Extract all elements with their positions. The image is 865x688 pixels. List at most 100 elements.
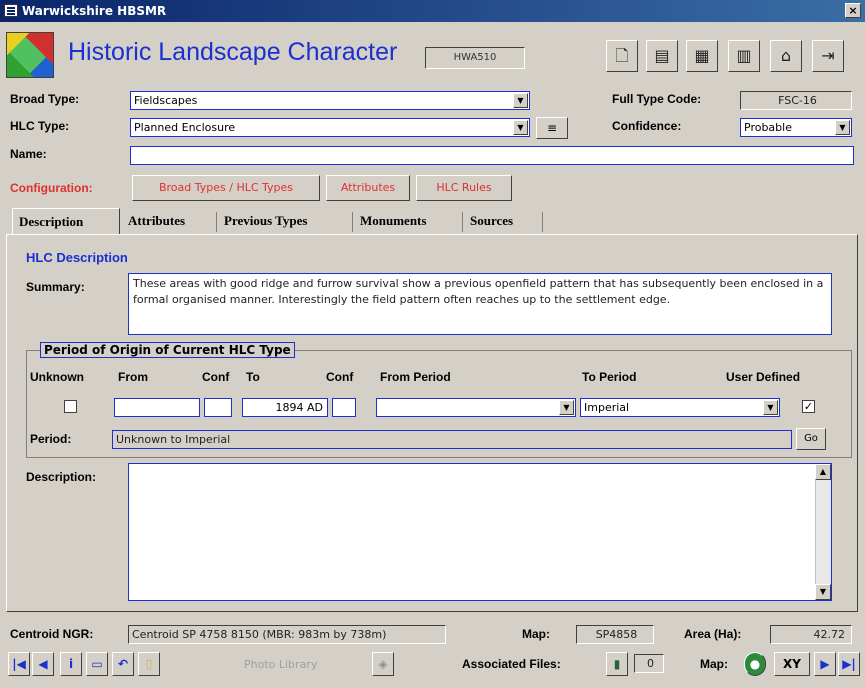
period-go-button[interactable]: Go [796, 428, 826, 450]
chevron-down-icon[interactable]: ▼ [513, 93, 528, 108]
to-date-input[interactable]: 1894 AD [242, 398, 328, 417]
new-record-button[interactable]: ▭ [86, 652, 108, 676]
folder-button: ▯ [138, 652, 160, 676]
chevron-down-icon[interactable]: ▼ [763, 400, 778, 415]
files-icon: ▮ [613, 657, 621, 671]
map-sheet-field: SP4858 [576, 625, 654, 644]
undo-button[interactable]: ↶ [112, 652, 134, 676]
col-from: From [118, 370, 148, 384]
next-record-button[interactable]: ▶ [814, 652, 836, 676]
tab-description[interactable]: Description [12, 208, 120, 234]
previous-record-icon: ◀ [38, 657, 48, 671]
from-date-input[interactable] [114, 398, 200, 417]
hlc-type-select[interactable]: Planned Enclosure ▼ [130, 118, 530, 137]
unknown-checkbox[interactable] [64, 400, 77, 413]
chevron-down-icon[interactable]: ▼ [513, 120, 528, 135]
hlc-type-lookup-button[interactable]: ≡ [536, 117, 568, 139]
record-code-field: HWA510 [425, 47, 525, 69]
building-button[interactable]: ⌂ [770, 40, 802, 72]
config-hlc-rules-button[interactable]: HLC Rules [416, 175, 512, 201]
full-type-code-label: Full Type Code: [612, 92, 702, 106]
broad-type-select[interactable]: Fieldscapes ▼ [130, 91, 530, 110]
first-record-button[interactable]: |◀ [8, 652, 30, 676]
to-period-select[interactable]: Imperial ▼ [580, 398, 780, 417]
to-period-value: Imperial [584, 401, 630, 414]
configuration-label: Configuration: [10, 181, 93, 195]
from-period-select[interactable]: ▼ [376, 398, 576, 417]
exit-icon: ⇥ [821, 46, 835, 65]
building-icon: ⌂ [780, 46, 792, 65]
close-button[interactable]: × [845, 3, 861, 18]
delete-icon: ▥ [736, 46, 752, 65]
info-button[interactable]: i [60, 652, 82, 676]
centroid-label: Centroid NGR: [10, 627, 94, 641]
col-conf-from: Conf [202, 370, 230, 384]
preview-icon: 🗋 [615, 46, 629, 65]
col-to-period: To Period [582, 370, 637, 384]
associated-files-button[interactable]: ▮ [606, 652, 628, 676]
summary-label: Summary: [26, 280, 85, 294]
chevron-down-icon[interactable]: ▼ [559, 400, 574, 415]
tab-monuments[interactable]: Monuments [354, 208, 432, 234]
tab-divider [462, 212, 463, 232]
confidence-value: Probable [744, 121, 792, 134]
map-button-label: Map: [700, 657, 728, 671]
first-record-icon: |◀ [12, 657, 26, 671]
hlc-type-value: Planned Enclosure [134, 121, 236, 134]
hlc-description-heading: HLC Description [26, 250, 128, 265]
scroll-down-icon[interactable]: ▼ [815, 584, 831, 600]
area-label: Area (Ha): [684, 627, 742, 641]
delete-button[interactable]: ▥ [728, 40, 760, 72]
globe-map-button[interactable]: ● [744, 652, 766, 676]
area-field: 42.72 [770, 625, 852, 644]
tab-previous-types[interactable]: Previous Types [218, 208, 313, 234]
confidence-select[interactable]: Probable ▼ [740, 118, 852, 137]
last-record-icon: ▶| [842, 657, 856, 671]
info-icon: i [68, 657, 74, 671]
config-attributes-button[interactable]: Attributes [326, 175, 410, 201]
previous-record-button[interactable]: ◀ [32, 652, 54, 676]
photo-library-button: Photo Library [244, 658, 318, 671]
period-group-title: Period of Origin of Current HLC Type [40, 342, 295, 358]
description-scrollbar[interactable] [815, 464, 831, 600]
confidence-label: Confidence: [612, 119, 682, 133]
tab-attributes[interactable]: Attributes [122, 208, 191, 234]
list-button[interactable]: ▤ [646, 40, 678, 72]
period-label: Period: [30, 432, 72, 446]
window-titlebar: Warwickshire HBSMR × [0, 0, 865, 22]
map-icon: ▦ [694, 46, 710, 65]
chevron-down-icon[interactable]: ▼ [835, 120, 850, 135]
list-icon: ▤ [654, 46, 670, 65]
new-record-icon: ▭ [91, 657, 103, 671]
tab-divider [216, 212, 217, 232]
col-user-defined: User Defined [726, 370, 801, 384]
to-conf-input[interactable] [332, 398, 356, 417]
name-label: Name: [10, 147, 47, 161]
map-button[interactable]: ▦ [686, 40, 718, 72]
map-label: Map: [522, 627, 550, 641]
app-icon [4, 4, 18, 17]
scroll-up-icon[interactable]: ▲ [815, 464, 831, 480]
exit-button[interactable]: ⇥ [812, 40, 844, 72]
summary-textarea[interactable]: These areas with good ridge and furrow s… [128, 273, 832, 335]
name-input[interactable] [130, 146, 854, 165]
tab-sources[interactable]: Sources [464, 208, 519, 234]
undo-icon: ↶ [117, 657, 129, 671]
associated-files-label: Associated Files: [462, 657, 561, 671]
tab-divider [542, 212, 543, 232]
centroid-field: Centroid SP 4758 8150 (MBR: 983m by 738m… [128, 625, 446, 644]
associated-files-count: 0 [634, 654, 664, 673]
description-label: Description: [26, 470, 97, 484]
next-record-icon: ▶ [820, 657, 830, 671]
xy-button[interactable]: XY [774, 652, 810, 676]
user-defined-checkbox[interactable]: ✓ [802, 400, 815, 413]
tab-divider [352, 212, 353, 232]
hlc-logo [6, 32, 54, 78]
description-textarea[interactable] [128, 463, 832, 601]
folder-icon: ▯ [145, 657, 153, 671]
last-record-button[interactable]: ▶| [838, 652, 860, 676]
preview-button[interactable]: 🗋 [606, 40, 638, 72]
from-conf-input[interactable] [204, 398, 232, 417]
broad-type-label: Broad Type: [10, 92, 80, 106]
config-broad-hlc-types-button[interactable]: Broad Types / HLC Types [132, 175, 320, 201]
